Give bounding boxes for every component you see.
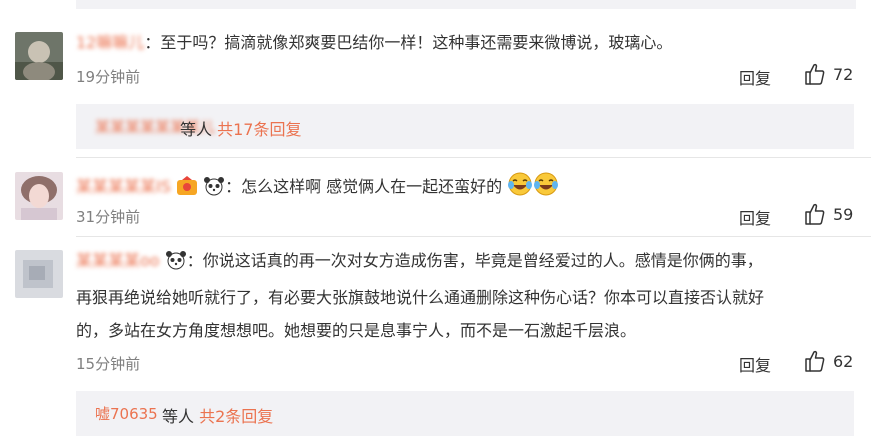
reply-button[interactable]: 回复 — [739, 205, 771, 229]
comment-text: 再狠再绝说给她听就行了，有必要大张旗鼓地说什么通通删除这种伤心话？你本可以直接否… — [76, 288, 765, 307]
avatar[interactable] — [15, 250, 63, 298]
previous-reply-box-edge — [76, 0, 856, 9]
divider — [76, 236, 871, 237]
comment-time: 19分钟前 — [76, 68, 141, 86]
like-count: 59 — [833, 204, 854, 224]
member-badge-icon[interactable] — [176, 176, 198, 202]
laugh-cry-emoji-icon — [533, 172, 559, 202]
comment-line: 某某某某oo ：你说这话真的再一次对女方造成伤害，毕竟是曾经爱过的人。感情是你俩… — [76, 244, 846, 281]
thumbs-up-icon — [805, 350, 825, 372]
comment-username[interactable]: 某某某某oo — [76, 251, 160, 270]
comment-text: ：你说这话真的再一次对女方造成伤害，毕竟是曾经爱过的人。感情是你俩的事， — [186, 251, 763, 270]
comment-text: 的，多站在女方角度想想吧。她想要的只是息事宁人，而不是一石激起千层浪。 — [76, 321, 637, 340]
comment-username[interactable]: 某某某某某IS — [76, 177, 171, 196]
reply-button[interactable]: 回复 — [739, 65, 771, 89]
reply-button[interactable]: 回复 — [739, 352, 771, 376]
sub-reply-suffix: 等人 — [162, 407, 195, 426]
like-count: 72 — [833, 64, 854, 84]
avatar[interactable] — [15, 172, 63, 220]
panda-icon — [203, 176, 225, 202]
comment-time: 31分钟前 — [76, 208, 141, 226]
like-count: 62 — [833, 351, 854, 371]
comment-text: ：怎么这样啊 感觉俩人在一起还蛮好的 — [225, 177, 503, 196]
sub-reply-count-link[interactable]: 共17条回复 — [217, 120, 301, 139]
comment-username[interactable]: 12嘛嘛儿 — [76, 33, 144, 52]
divider — [76, 157, 871, 158]
comment-text: ：至于吗？搞滴就像郑爽要巴结你一样！这种事还需要来微博说，玻璃心。 — [144, 33, 673, 52]
sub-reply-count-link[interactable]: 共2条回复 — [199, 407, 273, 426]
sub-reply-box: 嘘70635 等人 共2条回复 — [76, 391, 854, 436]
panda-icon — [165, 248, 187, 281]
laugh-cry-emoji-icon — [507, 172, 533, 202]
sub-reply-users[interactable]: 嘘70635 — [95, 403, 158, 424]
sub-reply-suffix: 等人 — [180, 120, 213, 139]
like-button[interactable]: 72 — [805, 63, 853, 85]
like-button[interactable]: 59 — [805, 203, 853, 225]
sub-reply-box: 某某某某某某某儿 等人 共17条回复 — [76, 104, 854, 149]
comment-time: 15分钟前 — [76, 355, 141, 373]
thumbs-up-icon — [805, 203, 825, 225]
avatar[interactable] — [15, 32, 63, 80]
like-button[interactable]: 62 — [805, 350, 853, 372]
thumbs-up-icon — [805, 63, 825, 85]
